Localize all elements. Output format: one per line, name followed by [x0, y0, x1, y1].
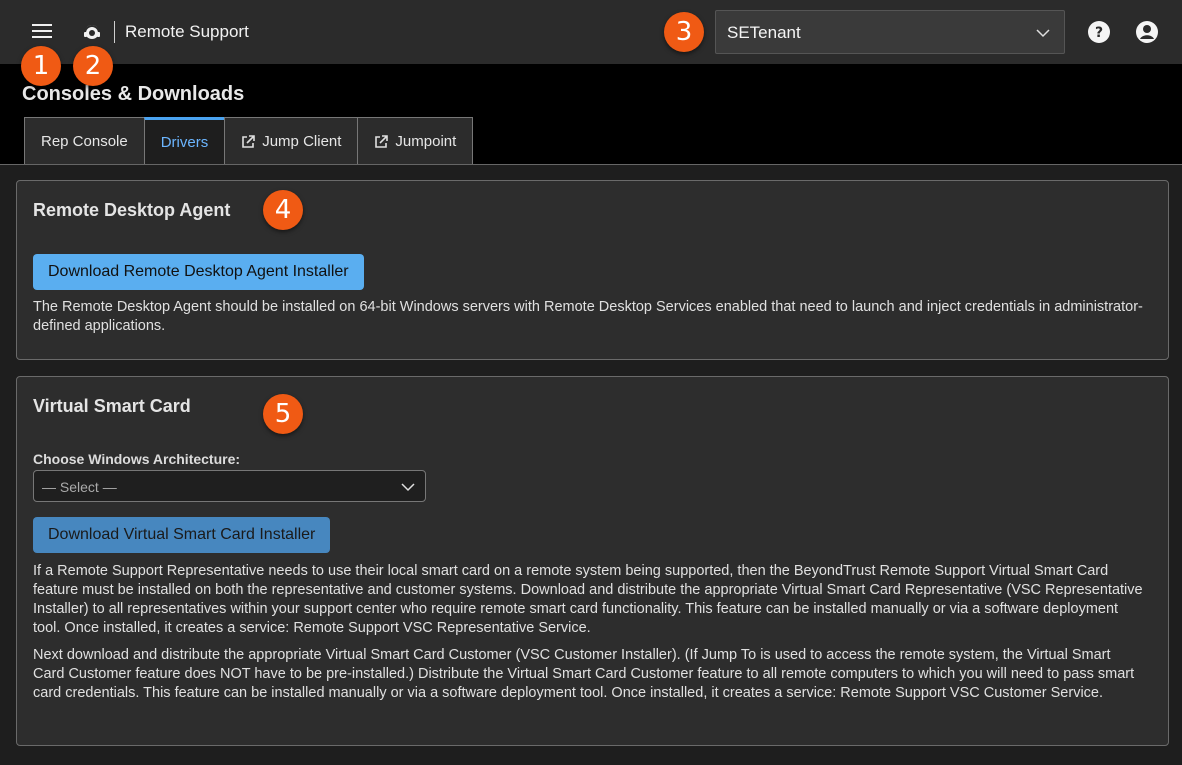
tab-label: Drivers — [160, 134, 209, 151]
panel-title: Remote Desktop Agent — [33, 200, 231, 220]
external-link-icon — [242, 134, 256, 148]
tab-label: Jumpoint — [395, 133, 457, 150]
annotation-marker-2: 2 — [73, 46, 113, 86]
architecture-select[interactable]: — Select — — [33, 470, 426, 502]
download-rda-button[interactable]: Download Remote Desktop Agent Installer — [33, 254, 364, 290]
architecture-label: Choose Windows Architecture: — [33, 451, 241, 467]
virtual-smart-card-panel: Virtual Smart Card Choose Windows Archit… — [16, 376, 1169, 746]
vsc-description-1: If a Remote Support Representative needs… — [33, 563, 1143, 636]
tenant-select[interactable]: SETenant — [715, 10, 1065, 54]
panel-title: Virtual Smart Card — [33, 396, 191, 416]
divider — [0, 164, 1182, 165]
top-bar: Remote Support SETenant ? — [0, 0, 1182, 64]
vsc-description-2: Next download and distribute the appropr… — [33, 647, 1135, 701]
annotation-marker-5: 5 — [263, 394, 303, 434]
download-vsc-button[interactable]: Download Virtual Smart Card Installer — [33, 517, 331, 553]
user-icon[interactable] — [1135, 20, 1159, 44]
app-title: Remote Support — [125, 22, 249, 41]
help-icon[interactable]: ? — [1087, 20, 1111, 44]
menu-icon[interactable] — [30, 21, 54, 43]
annotation-marker-1: 1 — [21, 46, 61, 86]
architecture-select-value: — Select — — [42, 479, 117, 495]
remote-desktop-agent-panel: Remote Desktop Agent Download Remote Des… — [16, 180, 1169, 360]
annotation-marker-4: 4 — [263, 190, 303, 230]
tab-drivers[interactable]: Drivers — [143, 117, 226, 165]
svg-text:?: ? — [1095, 25, 1103, 41]
annotation-marker-3: 3 — [664, 12, 704, 52]
chevron-down-icon — [401, 483, 415, 492]
tab-jump-client[interactable]: Jump Client — [224, 117, 359, 165]
tab-bar: Rep Console Drivers Jump Client Jumpoint — [24, 117, 474, 165]
headset-logo-icon — [82, 22, 102, 42]
chevron-down-icon — [1036, 29, 1050, 38]
title-divider — [114, 21, 115, 43]
tab-label: Jump Client — [262, 133, 342, 150]
tab-label: Rep Console — [41, 133, 128, 150]
rda-description: The Remote Desktop Agent should be insta… — [33, 299, 1143, 334]
tab-jumpoint[interactable]: Jumpoint — [357, 117, 474, 165]
external-link-icon — [375, 134, 389, 148]
tab-rep-console[interactable]: Rep Console — [24, 117, 145, 165]
page-title: Consoles & Downloads — [22, 83, 245, 105]
tenant-select-value: SETenant — [727, 23, 801, 42]
